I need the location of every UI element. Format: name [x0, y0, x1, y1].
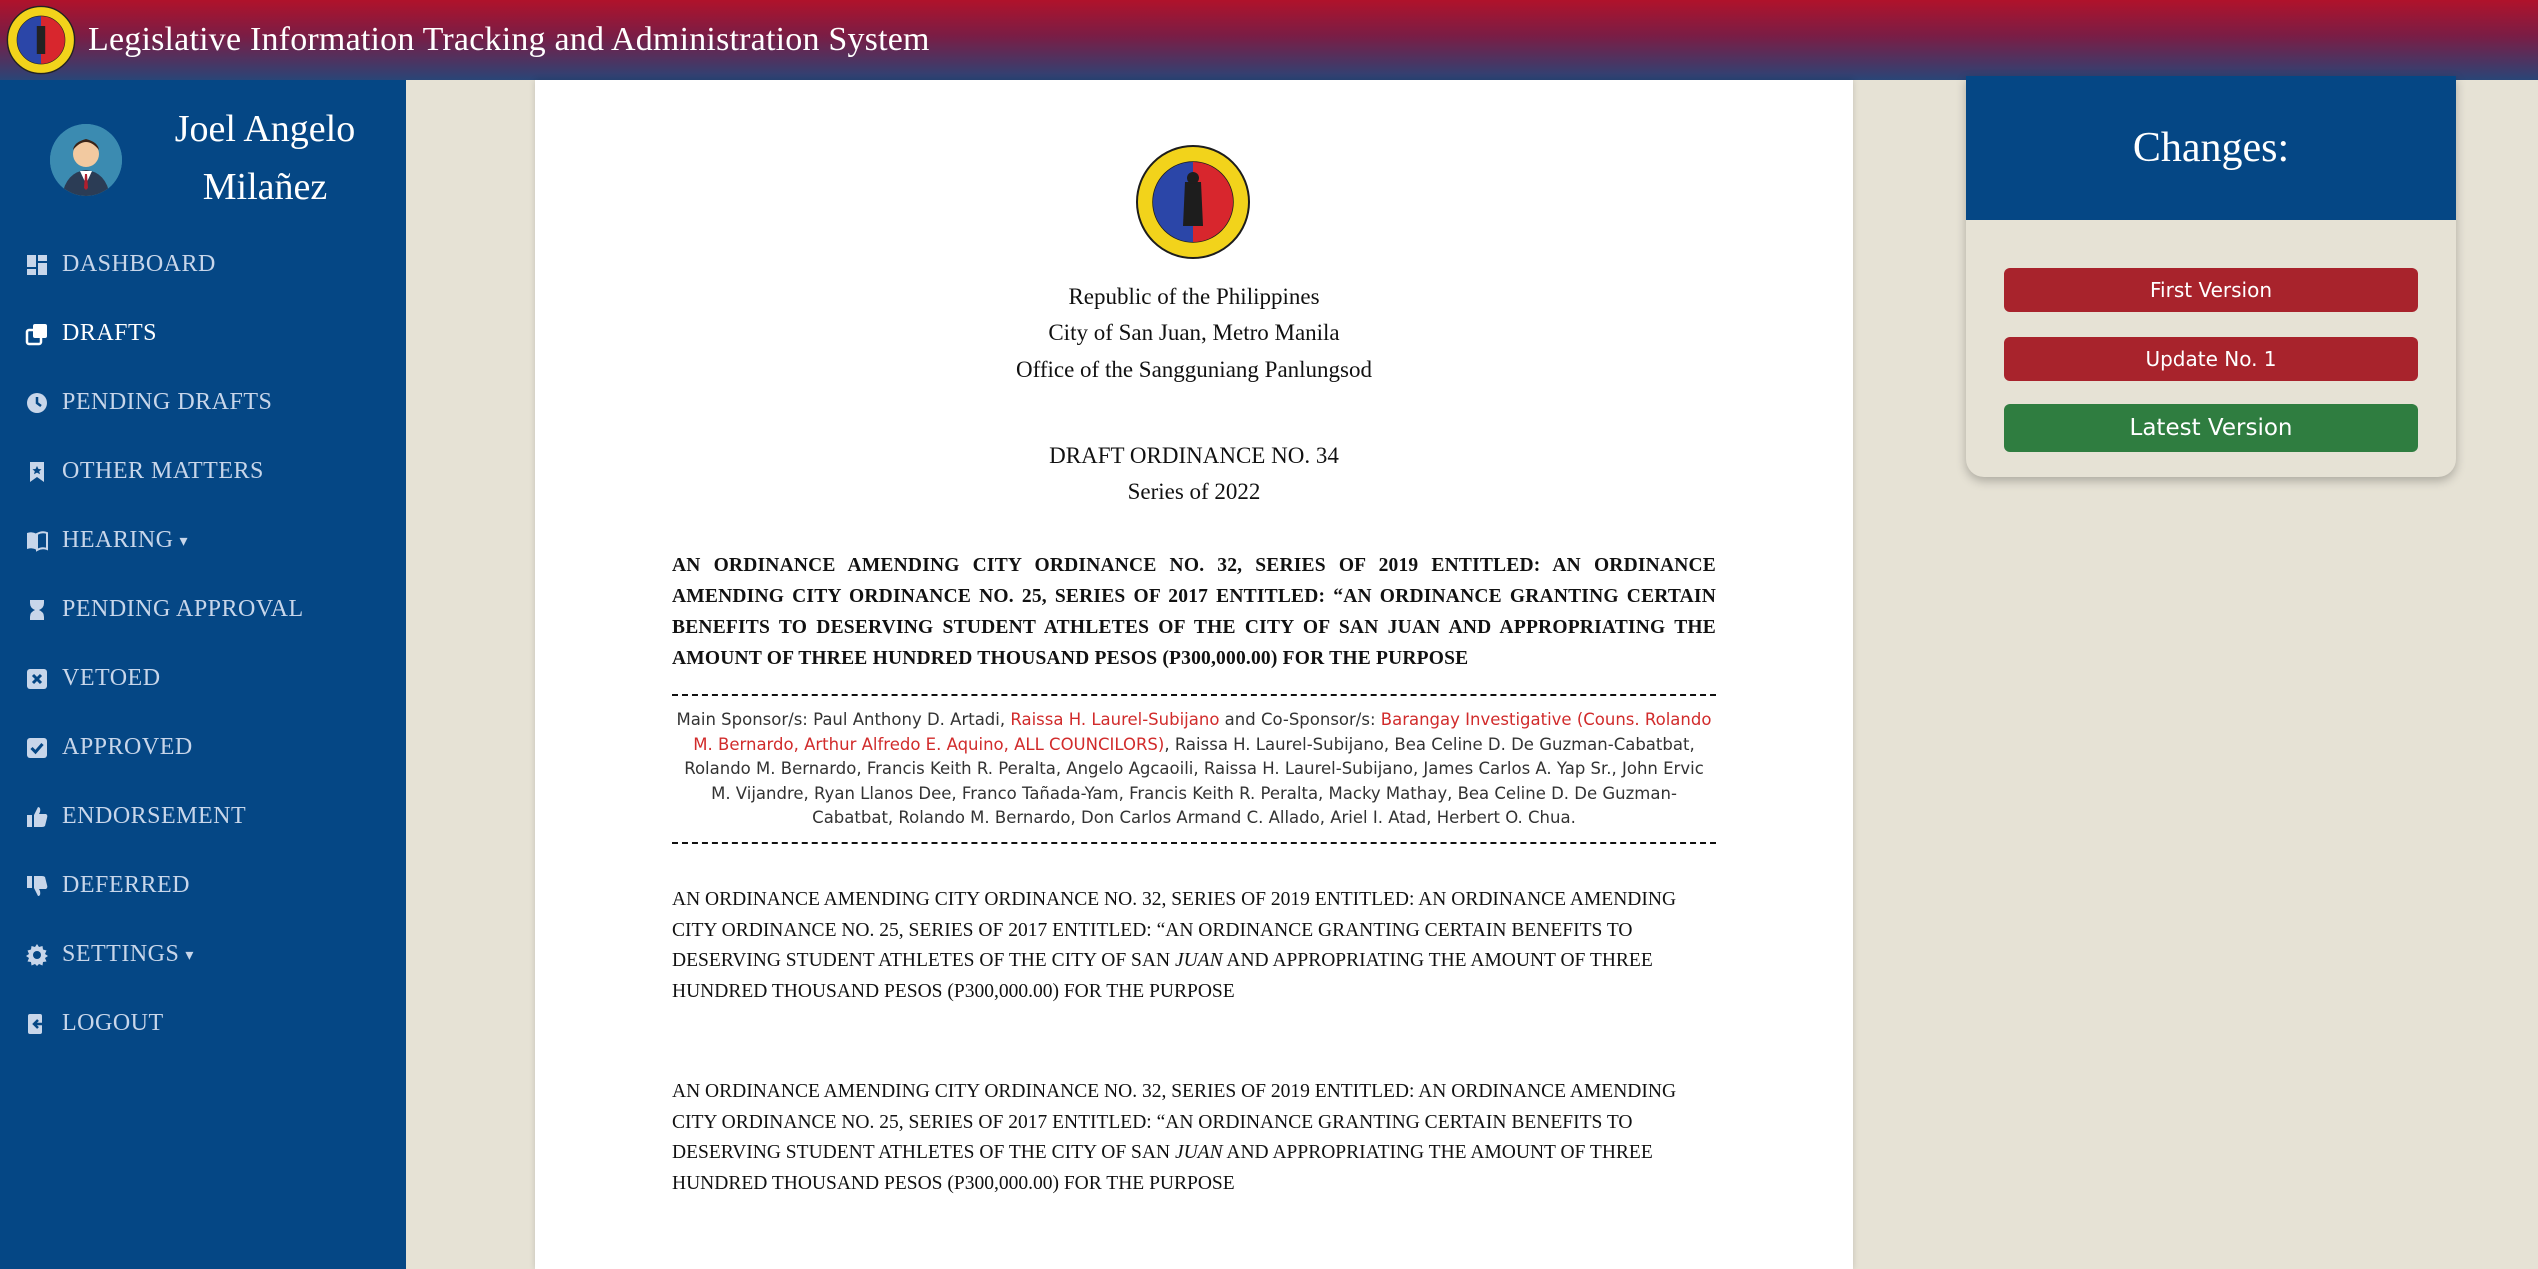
body-paragraph: AN ORDINANCE AMENDING CITY ORDINANCE NO.… [672, 885, 1716, 1007]
logout-icon [24, 1011, 50, 1037]
first-version-button[interactable]: First Version [2004, 268, 2418, 312]
clock-icon [24, 390, 50, 416]
sidebar-item-label: SETTINGS [62, 941, 180, 967]
document-paper: Republic of the Philippines City of San … [535, 80, 1853, 1269]
sidebar-item-deferred[interactable]: DEFERRED [0, 851, 406, 920]
bookmark-icon [24, 459, 50, 485]
doc-header-republic: Republic of the Philippines [1068, 284, 1320, 309]
sidebar-item-vetoed[interactable]: VETOED [0, 644, 406, 713]
sidebar-item-label: HEARING [62, 527, 174, 553]
check-square-icon [24, 735, 50, 761]
user-name: Joel Angelo Milañez [174, 108, 356, 208]
sidebar-item-label: OTHER MATTERS [62, 458, 264, 484]
sidebar-item-label: DRAFTS [62, 320, 158, 346]
sidebar-item-label: LOGOUT [62, 1010, 164, 1036]
update-1-button[interactable]: Update No. 1 [2004, 337, 2418, 381]
ordinance-title: AN ORDINANCE AMENDING CITY ORDINANCE NO.… [672, 555, 1716, 669]
sidebar-item-endorsement[interactable]: ENDORSEMENT [0, 782, 406, 851]
body-paragraph: AN ORDINANCE AMENDING CITY ORDINANCE NO.… [672, 1077, 1716, 1199]
sidebar-item-label: PENDING APPROVAL [62, 596, 304, 622]
sidebar-item-logout[interactable]: LOGOUT [0, 989, 406, 1058]
copy-icon [24, 321, 50, 347]
book-icon [24, 528, 50, 554]
sidebar-item-label: ENDORSEMENT [62, 803, 247, 829]
body-paragraph-italic: JUAN [1174, 1142, 1223, 1163]
sidebar-item-label: DASHBOARD [62, 251, 216, 277]
hourglass-icon [24, 597, 50, 623]
sidebar-item-hearing[interactable]: HEARING ▾ [0, 506, 406, 575]
sidebar-item-pending-approval[interactable]: PENDING APPROVAL [0, 575, 406, 644]
sidebar-item-label: APPROVED [62, 734, 193, 760]
sidebar-item-approved[interactable]: APPROVED [0, 713, 406, 782]
x-square-icon [24, 666, 50, 692]
caret-down-icon: ▾ [179, 532, 189, 550]
gear-icon [24, 942, 50, 968]
co-sponsor-label: and Co-Sponsor/s: [1219, 710, 1381, 729]
draft-series: Series of 2022 [1127, 479, 1261, 504]
user-profile: Joel Angelo Milañez [0, 80, 406, 230]
latest-version-button[interactable]: Latest Version [2004, 404, 2418, 452]
sidebar-item-label: VETOED [62, 665, 161, 691]
city-seal-emblem [1136, 145, 1250, 259]
sidebar-nav: DASHBOARD DRAFTS PENDING DRAFTS OTHER MATTE… [0, 230, 406, 1058]
sidebar-item-settings[interactable]: SETTINGS ▾ [0, 920, 406, 989]
sidebar-item-pending-drafts[interactable]: PENDING DRAFTS [0, 368, 406, 437]
changes-panel: Changes: First Version Update No. 1 Late… [1966, 76, 2456, 477]
thumbs-up-icon [24, 804, 50, 830]
changes-title: Changes: [1966, 76, 2456, 220]
sidebar-item-other-matters[interactable]: OTHER MATTERS [0, 437, 406, 506]
city-seal-logo[interactable] [6, 5, 76, 75]
app-title: Legislative Information Tracking and Adm… [88, 21, 930, 58]
sidebar: Joel Angelo Milañez DASHBOARD DRAFTS PENDI… [0, 80, 406, 1269]
caret-down-icon: ▾ [185, 946, 194, 964]
draft-number: DRAFT ORDINANCE NO. 34 [1049, 443, 1339, 468]
doc-header-office: Office of the Sangguniang Panlungsod [1015, 357, 1373, 382]
main-sponsor-label: Main Sponsor/s: Paul Anthony D. Artadi, [676, 710, 1011, 729]
top-header: Legislative Information Tracking and Adm… [0, 0, 2538, 80]
sidebar-item-dashboard[interactable]: DASHBOARD [0, 230, 406, 299]
sidebar-item-drafts[interactable]: DRAFTS [0, 299, 406, 368]
sidebar-item-label: DEFERRED [62, 872, 191, 898]
dashboard-icon [24, 252, 50, 278]
doc-header-city: City of San Juan, Metro Manila [1048, 320, 1340, 345]
avatar[interactable] [50, 124, 122, 196]
sponsors-block: Main Sponsor/s: Paul Anthony D. Artadi, … [672, 694, 1716, 844]
body-paragraph-italic: JUAN [1174, 950, 1223, 971]
thumbs-down-icon [24, 873, 50, 899]
main-sponsor-highlight: Raissa H. Laurel-Subijano [1010, 710, 1220, 729]
sidebar-item-label: PENDING DRAFTS [62, 389, 273, 415]
